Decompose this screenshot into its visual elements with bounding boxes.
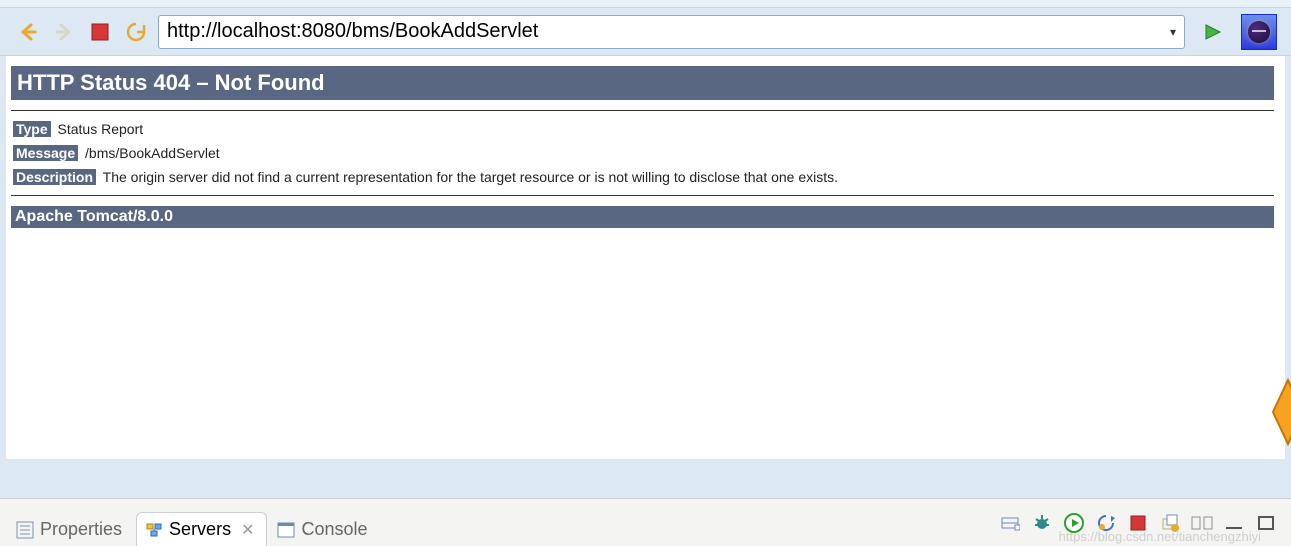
top-tabstrip: [0, 0, 1291, 8]
bottom-views-bar: Properties Servers ✕ Console https://blo…: [0, 498, 1291, 546]
message-row: Message /bms/BookAddServlet: [13, 145, 1272, 161]
decoration-icon: [1271, 378, 1291, 446]
refresh-button[interactable]: [122, 18, 150, 46]
separator: [11, 110, 1274, 111]
clean-icon[interactable]: [1191, 512, 1213, 534]
tab-console[interactable]: Console: [269, 513, 379, 546]
url-bar[interactable]: ▾: [158, 15, 1185, 49]
message-label: Message: [13, 145, 78, 161]
status-heading: HTTP Status 404 – Not Found: [11, 66, 1274, 100]
tab-label: Console: [301, 519, 367, 540]
tab-properties[interactable]: Properties: [8, 513, 134, 546]
no-servers-icon[interactable]: [999, 512, 1021, 534]
url-dropdown-icon[interactable]: ▾: [1170, 25, 1176, 39]
forward-button[interactable]: [50, 18, 78, 46]
properties-icon: [16, 521, 34, 539]
tab-servers[interactable]: Servers ✕: [136, 512, 267, 546]
separator: [11, 195, 1274, 196]
views-tabs: Properties Servers ✕ Console: [8, 499, 380, 546]
server-signature: Apache Tomcat/8.0.0: [11, 206, 1274, 228]
tab-label: Properties: [40, 519, 122, 540]
description-row: Description The origin server did not fi…: [13, 169, 1272, 185]
description-label: Description: [13, 169, 96, 185]
description-value: The origin server did not find a current…: [103, 169, 838, 185]
back-button[interactable]: [14, 18, 42, 46]
stop-server-icon[interactable]: [1127, 512, 1149, 534]
start-icon[interactable]: [1063, 512, 1085, 534]
browser-toolbar: ▾: [0, 8, 1291, 56]
type-label: Type: [13, 121, 51, 137]
eclipse-logo: [1241, 14, 1277, 50]
type-value: Status Report: [58, 121, 144, 137]
minimize-view-icon[interactable]: [1223, 512, 1245, 534]
url-input[interactable]: [167, 20, 1164, 43]
message-value: /bms/BookAddServlet: [85, 145, 220, 161]
console-icon: [277, 521, 295, 539]
close-icon[interactable]: ✕: [241, 520, 254, 540]
go-button[interactable]: [1199, 18, 1227, 46]
browser-viewport: HTTP Status 404 – Not Found Type Status …: [6, 56, 1285, 459]
publish-icon[interactable]: [1159, 512, 1181, 534]
servers-icon: [145, 521, 163, 539]
profile-icon[interactable]: [1095, 512, 1117, 534]
type-row: Type Status Report: [13, 121, 1272, 137]
debug-icon[interactable]: [1031, 512, 1053, 534]
tab-label: Servers: [169, 519, 231, 540]
servers-toolbar: [999, 512, 1283, 534]
maximize-view-icon[interactable]: [1255, 512, 1277, 534]
stop-button[interactable]: [86, 18, 114, 46]
